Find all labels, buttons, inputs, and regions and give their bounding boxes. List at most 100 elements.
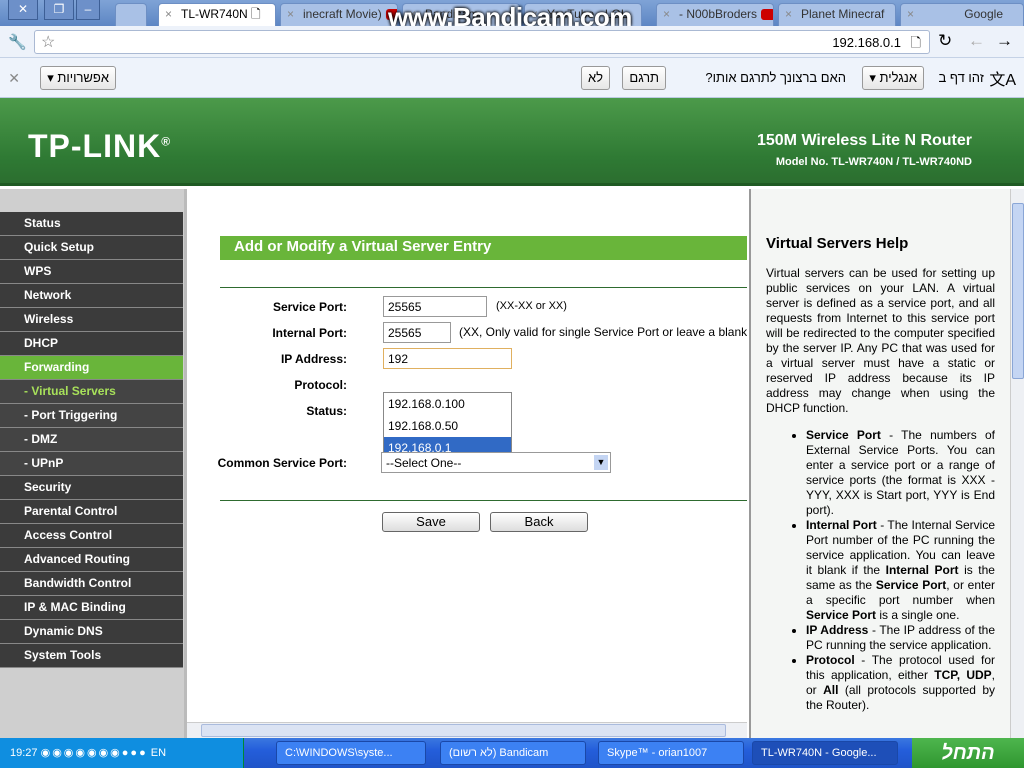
logo-text: TP-LINK: [28, 128, 162, 164]
tp-link-logo: TP-LINK®: [28, 128, 172, 164]
internal-port-input[interactable]: 25565: [383, 322, 451, 343]
close-window-button[interactable]: ✕: [8, 0, 38, 20]
help-term: All: [823, 683, 839, 697]
sidebar-item[interactable]: Quick Setup: [0, 236, 183, 260]
service-port-hint: (XX-XX or XX): [496, 300, 567, 312]
help-list-item: Protocol - The protocol used for this ap…: [806, 653, 995, 713]
internal-port-hint: (XX, Only valid for single Service Port …: [459, 325, 747, 339]
tab-tl-wr740n[interactable]: × TL-WR740N 🗋: [158, 3, 276, 26]
help-list: Service Port - The numbers of External S…: [806, 428, 995, 713]
help-title: Virtual Servers Help: [766, 235, 909, 252]
no-translate-button[interactable]: לא: [580, 66, 610, 90]
sidebar-item[interactable]: Access Control: [0, 524, 183, 548]
taskbar-item-cmd[interactable]: C:\WINDOWS\syste...: [276, 741, 426, 765]
translate-icon: 文A: [989, 72, 1016, 89]
sidebar-item[interactable]: Security: [0, 476, 183, 500]
tab-label: - N00bBroders: [679, 7, 758, 21]
save-button[interactable]: Save: [382, 512, 480, 532]
scroll-thumb[interactable]: [1012, 203, 1024, 379]
horizontal-scrollbar[interactable]: [187, 722, 747, 738]
sidebar-item[interactable]: Advanced Routing: [0, 548, 183, 572]
status-label: Status:: [306, 404, 347, 418]
tab-label: TL-WR740N: [181, 7, 248, 21]
translate-button[interactable]: תרגם: [622, 66, 666, 90]
restore-window-button[interactable]: ❐: [44, 0, 74, 20]
tab-google[interactable]: × Google: [900, 3, 1024, 26]
sidebar-item[interactable]: Parental Control: [0, 500, 183, 524]
internal-port-label: Internal Port:: [272, 326, 347, 340]
help-term: TCP, UDP: [934, 668, 992, 682]
translate-prefix: זהו דף ב: [938, 70, 984, 85]
sidebar-item[interactable]: Forwarding: [0, 356, 183, 380]
system-tray: 19:27 ◉◉◉◉◉◉◉●●● EN: [0, 738, 244, 768]
ip-suggestion[interactable]: 192.168.0.50: [384, 415, 511, 437]
close-tab-icon[interactable]: ×: [165, 4, 172, 25]
select-value: --Select One--: [386, 456, 462, 470]
help-term: Service Port: [875, 578, 947, 592]
address-toolbar: 🔧 ☆ 192.168.0.1 🗋 ↻ ← →: [0, 26, 1024, 58]
router-header: TP-LINK® 150M Wireless Lite N Router Mod…: [0, 98, 1024, 186]
ip-suggestion[interactable]: 192.168.0.100: [384, 393, 511, 415]
taskbar-item-skype[interactable]: Skype™ - orian1007: [598, 741, 744, 765]
help-term: IP Address: [806, 623, 869, 637]
tab-label: Google: [964, 7, 1003, 21]
help-term: Service Port: [806, 608, 877, 622]
language-indicator[interactable]: EN: [151, 747, 166, 759]
common-service-port-select[interactable]: --Select One-- ▼: [381, 452, 611, 473]
browser-tab-strip: ✕ ❐ – × TL-WR740N 🗋 × inecraft Movie) × Ban…: [0, 0, 1024, 32]
common-service-port-label: Common Service Port:: [217, 456, 347, 470]
help-list-item: Service Port - The numbers of External S…: [806, 428, 995, 518]
sidebar-item[interactable]: IP & MAC Binding: [0, 596, 183, 620]
service-port-input[interactable]: 25565: [383, 296, 487, 317]
reload-icon[interactable]: ↻: [938, 31, 952, 51]
help-text: is a single one.: [876, 608, 960, 622]
tab-planet-minecraft[interactable]: × Planet Minecraf: [778, 3, 896, 26]
sidebar-item[interactable]: Dynamic DNS: [0, 620, 183, 644]
divider: [220, 287, 747, 288]
start-button[interactable]: התחל: [912, 738, 1024, 768]
sidebar-item[interactable]: - DMZ: [0, 428, 183, 452]
sidebar-item[interactable]: Bandwidth Control: [0, 572, 183, 596]
tab-minecraft-movie[interactable]: × inecraft Movie): [280, 3, 398, 26]
forward-icon[interactable]: →: [996, 31, 1013, 51]
sidebar-item[interactable]: WPS: [0, 260, 183, 284]
minimize-window-button[interactable]: –: [76, 0, 100, 20]
help-list-item: IP Address - The IP address of the PC ru…: [806, 623, 995, 653]
sidebar-item[interactable]: - Virtual Servers: [0, 380, 183, 404]
tab-noobbroders[interactable]: × - N00bBroders: [656, 3, 774, 26]
sidebar-item[interactable]: - UPnP: [0, 452, 183, 476]
help-frame: Virtual Servers Help Virtual servers can…: [749, 189, 1010, 738]
new-tab-button[interactable]: [115, 3, 147, 26]
options-label: אפשרויות: [57, 70, 109, 85]
main-frame: Add or Modify a Virtual Server Entry Ser…: [187, 189, 747, 738]
scroll-thumb[interactable]: [201, 724, 726, 737]
taskbar-item-chrome[interactable]: TL-WR740N - Google...: [752, 741, 898, 765]
ip-autocomplete-dropdown: 192.168.0.100 192.168.0.50 192.168.0.1: [383, 392, 512, 460]
ip-address-input[interactable]: 192: [383, 348, 512, 369]
sidebar-item[interactable]: Network: [0, 284, 183, 308]
page-icon: 🗋: [910, 35, 921, 50]
back-button[interactable]: Back: [490, 512, 588, 532]
close-translate-icon[interactable]: ✕: [8, 70, 20, 87]
sidebar-item[interactable]: System Tools: [0, 644, 183, 668]
chevron-down-icon: ▼: [594, 455, 608, 470]
sidebar-item[interactable]: Wireless: [0, 308, 183, 332]
ip-address-label: IP Address:: [280, 352, 347, 366]
sidebar-item[interactable]: Status: [0, 212, 183, 236]
help-term: Service Port: [806, 428, 881, 442]
sidebar-item[interactable]: - Port Triggering: [0, 404, 183, 428]
taskbar: 19:27 ◉◉◉◉◉◉◉●●● EN C:\WINDOWS\syste... …: [0, 738, 1024, 768]
wrench-icon[interactable]: 🔧: [8, 33, 27, 51]
options-button[interactable]: אפשרויות ▾: [40, 66, 116, 90]
back-icon[interactable]: ←: [968, 31, 985, 51]
help-term: Internal Port: [885, 563, 959, 577]
taskbar-item-bandicam[interactable]: (לא רשום) Bandicam: [440, 741, 586, 765]
vertical-scrollbar[interactable]: [1010, 189, 1024, 738]
tab-label: Planet Minecraf: [801, 7, 885, 21]
language-select[interactable]: אנגלית ▾: [862, 66, 924, 90]
sidebar-item[interactable]: DHCP: [0, 332, 183, 356]
star-icon[interactable]: ☆: [41, 32, 55, 52]
omnibox[interactable]: ☆ 192.168.0.1 🗋: [34, 30, 930, 54]
clock: 19:27: [10, 747, 38, 759]
service-port-label: Service Port:: [272, 300, 347, 314]
